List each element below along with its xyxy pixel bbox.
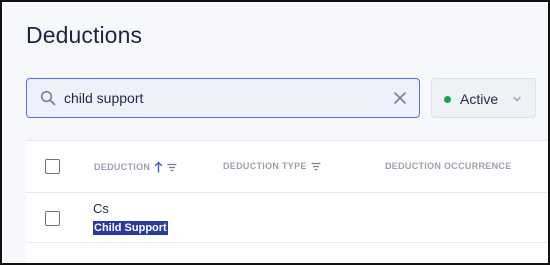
column-header-deduction[interactable]: DEDUCTION bbox=[94, 161, 177, 173]
table-row[interactable]: Cs Child Support bbox=[26, 193, 548, 243]
deductions-table: DEDUCTION DEDUCTION TYPE DEDUCTION OCCUR… bbox=[26, 140, 548, 263]
select-all-checkbox[interactable] bbox=[45, 159, 60, 174]
chevron-down-icon bbox=[513, 96, 521, 102]
window-frame: Deductions child support Active DEDUCTIO… bbox=[0, 0, 550, 265]
page-title: Deductions bbox=[26, 22, 143, 48]
table-header: DEDUCTION DEDUCTION TYPE DEDUCTION OCCUR… bbox=[26, 141, 548, 193]
search-input[interactable]: child support bbox=[26, 78, 420, 118]
status-filter-dropdown[interactable]: Active bbox=[431, 78, 536, 118]
sort-ascending-icon[interactable] bbox=[154, 161, 163, 173]
column-header-deduction-type[interactable]: DEDUCTION TYPE bbox=[223, 161, 321, 171]
status-filter-label: Active bbox=[460, 91, 499, 107]
row-checkbox[interactable] bbox=[45, 211, 60, 226]
close-icon[interactable] bbox=[393, 91, 407, 105]
filter-icon[interactable] bbox=[311, 162, 321, 171]
filter-icon[interactable] bbox=[167, 163, 177, 172]
deductions-page: Deductions child support Active DEDUCTIO… bbox=[4, 4, 548, 263]
search-icon bbox=[40, 90, 56, 106]
deduction-description-highlighted: Child Support bbox=[93, 221, 168, 235]
active-status-dot bbox=[444, 96, 451, 103]
column-header-deduction-occurrence[interactable]: DEDUCTION OCCURRENCE bbox=[385, 161, 512, 171]
search-input-value[interactable]: child support bbox=[64, 90, 143, 106]
deduction-code: Cs bbox=[93, 201, 109, 216]
